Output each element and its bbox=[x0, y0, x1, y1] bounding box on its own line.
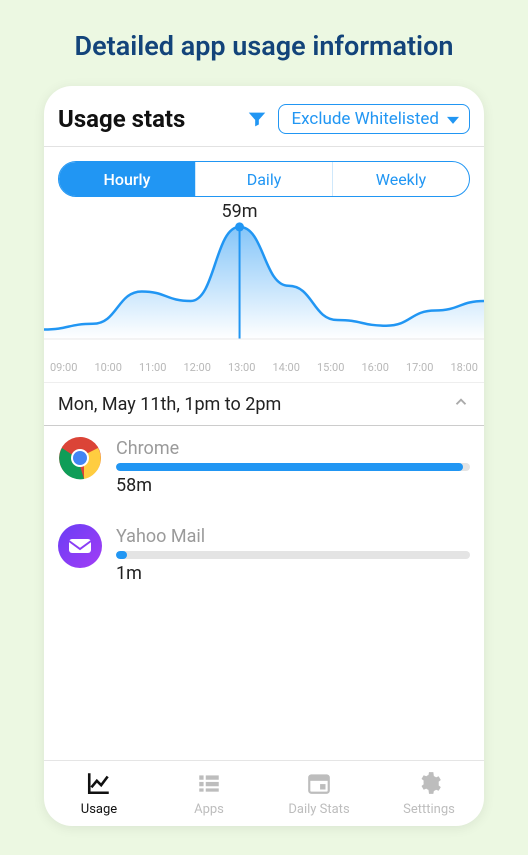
apps-icon bbox=[196, 770, 222, 800]
nav-label: Daily Stats bbox=[288, 802, 349, 817]
nav-daily-stats[interactable]: Daily Stats bbox=[264, 761, 374, 826]
x-tick: 14:00 bbox=[273, 361, 300, 374]
chart-x-axis: 09:00 10:00 11:00 12:00 13:00 14:00 15:00 16:00… bbox=[44, 361, 484, 382]
dropdown-label: Exclude Whitelisted bbox=[291, 109, 439, 129]
app-time: 58m bbox=[116, 475, 470, 496]
tab-hourly[interactable]: Hourly bbox=[59, 162, 196, 196]
x-tick: 11:00 bbox=[139, 361, 166, 374]
time-range-label: Mon, May 11th, 1pm to 2pm bbox=[58, 394, 281, 415]
x-tick: 10:00 bbox=[95, 361, 122, 374]
tab-weekly[interactable]: Weekly bbox=[333, 162, 469, 196]
whitelist-dropdown[interactable]: Exclude Whitelisted bbox=[278, 104, 470, 134]
mail-icon bbox=[58, 524, 102, 568]
page-title: Usage stats bbox=[58, 105, 185, 133]
usage-bar bbox=[116, 463, 470, 471]
usage-icon bbox=[86, 770, 112, 800]
nav-label: Usage bbox=[81, 802, 117, 817]
x-tick: 15:00 bbox=[317, 361, 344, 374]
usage-chart: 59m bbox=[44, 201, 484, 361]
apps-list: Chrome 58m Yahoo Mail 1m bbox=[44, 426, 484, 612]
segmented-control: HourlyDailyWeekly bbox=[44, 147, 484, 201]
app-time: 1m bbox=[116, 563, 470, 584]
filter-icon[interactable] bbox=[246, 108, 268, 130]
app-row[interactable]: Yahoo Mail 1m bbox=[58, 524, 470, 584]
daily-stats-icon bbox=[306, 770, 332, 800]
usage-bar bbox=[116, 551, 470, 559]
nav-label: Setttings bbox=[403, 802, 455, 817]
x-tick: 17:00 bbox=[406, 361, 433, 374]
header: Usage stats Exclude Whitelisted bbox=[44, 86, 484, 146]
x-tick: 12:00 bbox=[184, 361, 211, 374]
device-frame: Usage stats Exclude Whitelisted HourlyDa… bbox=[44, 86, 484, 826]
nav-apps[interactable]: Apps bbox=[154, 761, 264, 826]
time-range-row[interactable]: Mon, May 11th, 1pm to 2pm bbox=[44, 382, 484, 426]
x-tick: 13:00 bbox=[228, 361, 255, 374]
app-name: Chrome bbox=[116, 438, 470, 459]
nav-label: Apps bbox=[194, 802, 224, 817]
bottom-nav: Usage Apps Daily Stats Setttings bbox=[44, 760, 484, 826]
chrome-icon bbox=[58, 436, 102, 480]
x-tick: 09:00 bbox=[50, 361, 77, 374]
chevron-up-icon bbox=[452, 393, 470, 415]
page-headline: Detailed app usage information bbox=[75, 30, 454, 62]
setttings-icon bbox=[416, 770, 442, 800]
x-tick: 16:00 bbox=[362, 361, 389, 374]
x-tick: 18:00 bbox=[451, 361, 478, 374]
nav-setttings[interactable]: Setttings bbox=[374, 761, 484, 826]
app-name: Yahoo Mail bbox=[116, 526, 470, 547]
app-row[interactable]: Chrome 58m bbox=[58, 436, 470, 496]
tab-daily[interactable]: Daily bbox=[196, 162, 333, 196]
nav-usage[interactable]: Usage bbox=[44, 761, 154, 826]
